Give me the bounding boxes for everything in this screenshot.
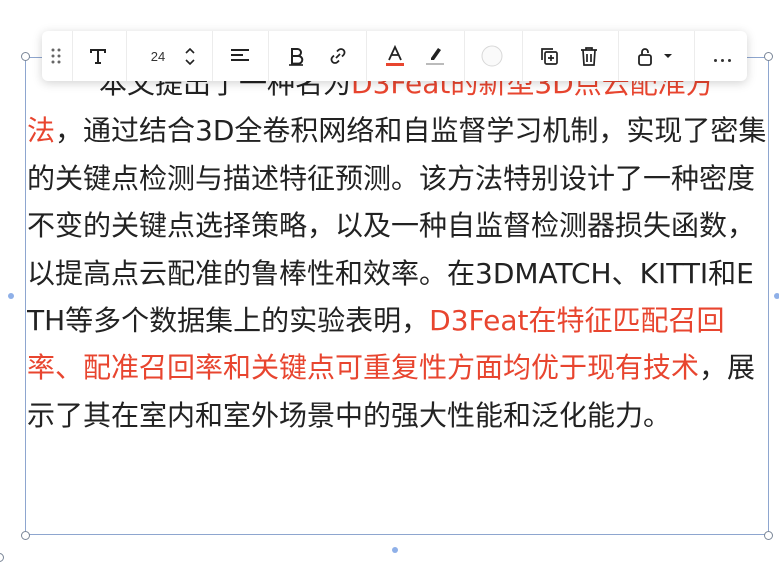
font-size-field[interactable]: 24 xyxy=(138,31,178,81)
delete-icon xyxy=(581,47,597,66)
resize-handle-right[interactable] xyxy=(774,293,779,299)
font-color-button[interactable] xyxy=(378,31,412,81)
paragraph[interactable]: 本文提出了一种名为D3Feat的新型3D点云配准方法，通过结合3D全卷积网络和自… xyxy=(27,60,767,439)
rotate-handle[interactable] xyxy=(0,553,4,562)
duplicate-icon xyxy=(541,48,558,65)
font-size-stepper[interactable] xyxy=(180,31,200,81)
drag-handle-icon[interactable] xyxy=(42,31,70,81)
highlight-icon xyxy=(426,48,444,65)
highlight-button[interactable] xyxy=(418,31,452,81)
resize-handle-bottom[interactable] xyxy=(392,547,398,553)
link-button[interactable] xyxy=(322,31,354,81)
bold-icon xyxy=(289,48,304,66)
delete-button[interactable] xyxy=(572,31,606,81)
resize-handle-bottom-left[interactable] xyxy=(21,531,30,540)
font-color-icon xyxy=(386,45,404,66)
fill-color-button[interactable] xyxy=(474,31,510,81)
fill-circle-icon xyxy=(481,45,503,67)
font-size-down-icon[interactable] xyxy=(185,58,195,65)
chevron-down-icon xyxy=(664,54,672,58)
font-size-value: 24 xyxy=(150,48,166,64)
text-box[interactable]: 本文提出了一种名为D3Feat的新型3D点云配准方法，通过结合3D全卷积网络和自… xyxy=(27,60,767,530)
align-button[interactable] xyxy=(222,31,258,81)
text-type-button[interactable] xyxy=(80,31,116,81)
resize-handle-bottom-right[interactable] xyxy=(764,531,773,540)
link-icon xyxy=(330,48,346,64)
more-icon xyxy=(712,47,733,66)
floating-toolbar: 24 xyxy=(42,31,747,81)
more-button[interactable] xyxy=(702,31,742,81)
text-type-icon xyxy=(90,49,106,64)
font-size-up-icon[interactable] xyxy=(185,47,195,54)
lock-button[interactable] xyxy=(630,31,680,81)
resize-handle-left[interactable] xyxy=(8,293,14,299)
bold-button[interactable] xyxy=(280,31,312,81)
align-left-icon xyxy=(231,49,249,61)
duplicate-button[interactable] xyxy=(532,31,566,81)
lock-icon xyxy=(638,48,652,66)
